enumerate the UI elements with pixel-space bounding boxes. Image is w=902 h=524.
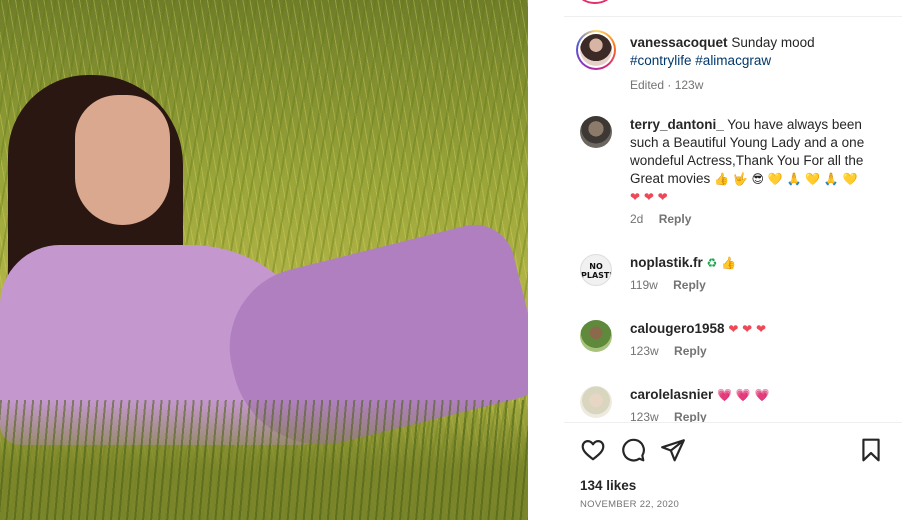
heart-outline-icon[interactable] bbox=[580, 437, 606, 463]
likes-count[interactable]: 134 likes bbox=[580, 478, 636, 493]
comment-age[interactable]: 2d bbox=[630, 212, 643, 226]
reply-button[interactable]: Reply bbox=[673, 278, 706, 292]
pink-heart-emoji: 💗 bbox=[717, 388, 733, 402]
comment-username[interactable]: noplastik.fr bbox=[630, 255, 703, 270]
sunglasses-emoji: 😎 bbox=[751, 172, 764, 186]
pray-emoji: 🙏 bbox=[823, 172, 839, 186]
red-heart-emoji: ❤ bbox=[755, 322, 767, 336]
thumbs-up-emoji: 👍 bbox=[714, 172, 729, 186]
edited-label: Edited bbox=[630, 78, 665, 92]
reply-button[interactable]: Reply bbox=[674, 344, 707, 358]
comment-username[interactable]: terry_dantoni_ bbox=[630, 117, 724, 132]
pray-emoji: 🙏 bbox=[786, 172, 802, 186]
yellow-heart-emoji: 💛 bbox=[842, 172, 858, 186]
bookmark-icon[interactable] bbox=[858, 437, 884, 463]
red-heart-emoji: ❤ bbox=[742, 322, 753, 336]
photo-grass bbox=[0, 400, 528, 520]
author-avatar[interactable] bbox=[576, 30, 616, 70]
hashtag-link[interactable]: #alimacgraw bbox=[695, 53, 771, 68]
comment-age[interactable]: 123w bbox=[630, 344, 659, 358]
photo-subject-face bbox=[75, 95, 170, 225]
speech-bubble-icon[interactable] bbox=[620, 437, 646, 463]
post-caption: vanessacoquet Sunday mood #contrylife #a… bbox=[630, 34, 890, 92]
red-heart-emoji: ❤ bbox=[657, 190, 668, 204]
post-age[interactable]: 123w bbox=[675, 78, 704, 92]
post-date: NOVEMBER 22, 2020 bbox=[580, 499, 680, 510]
yellow-heart-emoji: 💛 bbox=[805, 172, 821, 186]
post-side-panel: vanessacoquet Sunday mood #contrylife #a… bbox=[564, 0, 902, 524]
actions-divider bbox=[564, 422, 902, 423]
red-heart-emoji: ❤ bbox=[728, 322, 739, 336]
comment-username[interactable]: carolelasnier bbox=[630, 387, 713, 402]
red-heart-emoji: ❤ bbox=[643, 190, 654, 204]
pink-heart-emoji: 💗 bbox=[735, 388, 751, 402]
pink-heart-emoji: 💗 bbox=[754, 388, 770, 402]
thumbs-up-emoji: 👍 bbox=[721, 256, 737, 270]
comment-username[interactable]: calougero1958 bbox=[630, 321, 725, 336]
caption-text: Sunday mood bbox=[731, 35, 815, 50]
author-username[interactable]: vanessacoquet bbox=[630, 35, 728, 50]
comment-age[interactable]: 119w bbox=[630, 278, 658, 292]
yellow-heart-emoji: 💛 bbox=[767, 172, 783, 186]
reply-button[interactable]: Reply bbox=[659, 212, 692, 226]
comments-scroll-area[interactable]: vanessacoquet Sunday mood #contrylife #a… bbox=[564, 0, 902, 422]
rock-hand-emoji: 🤟 bbox=[732, 172, 748, 186]
avatar[interactable]: NO PLASTIK bbox=[580, 254, 612, 286]
reply-button[interactable]: Reply bbox=[674, 410, 707, 422]
caption-meta: Edited · 123w bbox=[630, 78, 704, 92]
comment-age[interactable]: 123w bbox=[630, 410, 659, 422]
recycle-emoji: ♻ bbox=[706, 256, 718, 270]
avatar[interactable] bbox=[580, 386, 612, 418]
post-photo[interactable] bbox=[0, 0, 528, 520]
paper-plane-icon[interactable] bbox=[660, 437, 686, 463]
avatar[interactable] bbox=[580, 320, 612, 352]
avatar[interactable] bbox=[580, 116, 612, 148]
hashtag-link[interactable]: #contrylife bbox=[630, 53, 692, 68]
red-heart-emoji: ❤ bbox=[630, 190, 641, 204]
